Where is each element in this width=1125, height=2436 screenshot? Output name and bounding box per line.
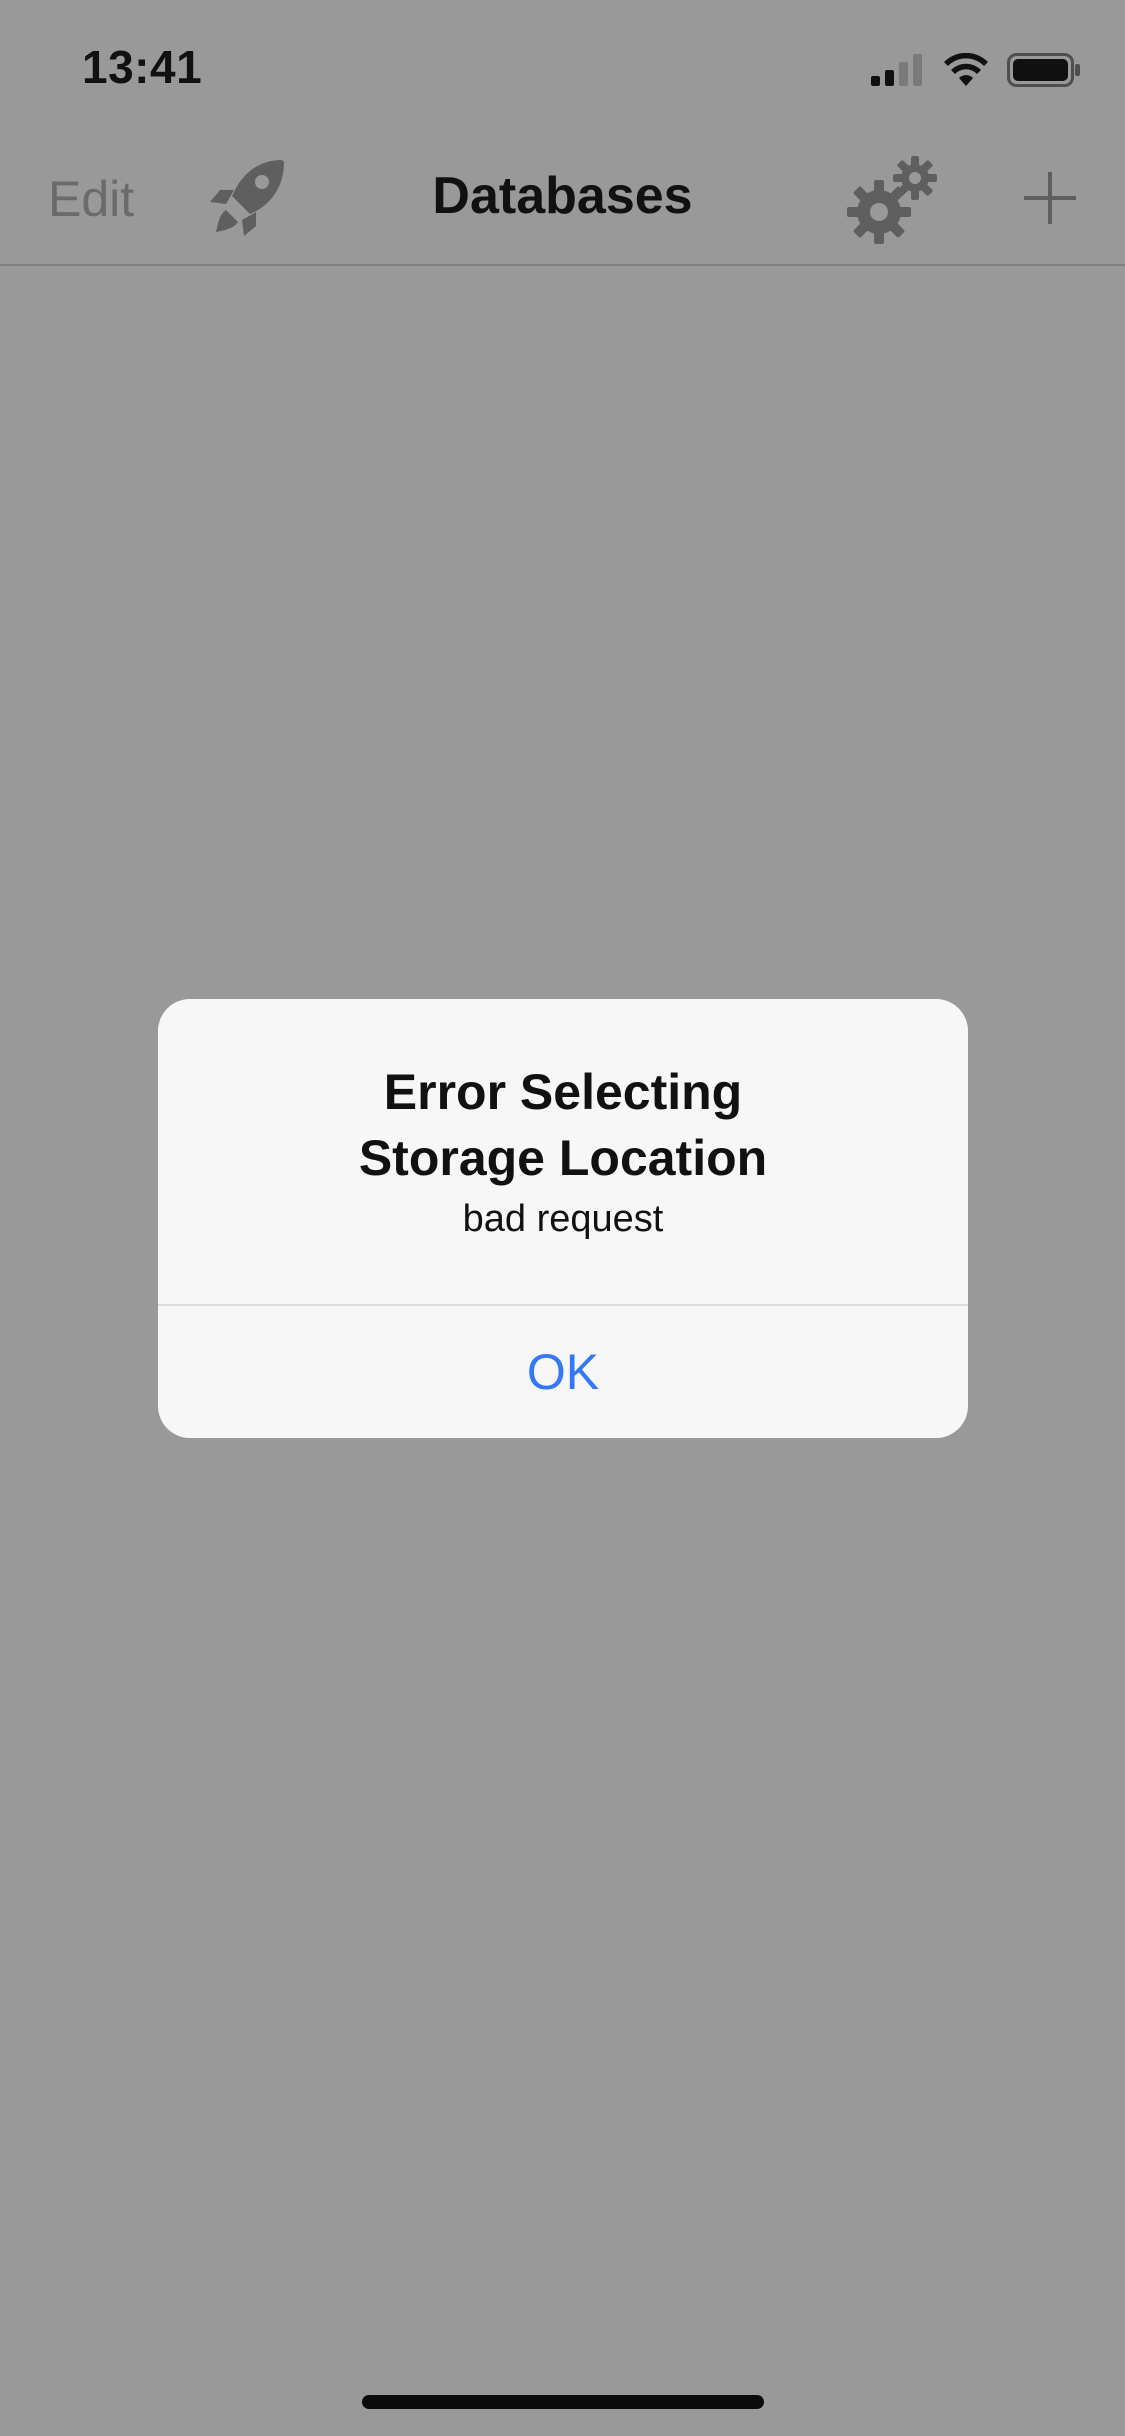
error-alert-dialog: Error Selecting Storage Location bad req… bbox=[158, 999, 968, 1438]
alert-title: Error Selecting Storage Location bbox=[358, 1064, 768, 1186]
alert-body: Error Selecting Storage Location bad req… bbox=[158, 999, 968, 1304]
status-bar: 13:41 bbox=[0, 0, 1125, 132]
plus-icon[interactable] bbox=[1022, 170, 1078, 226]
status-time: 13:41 bbox=[82, 41, 203, 93]
page-title: Databases bbox=[432, 167, 693, 225]
alert-message: bad request bbox=[462, 1198, 664, 1240]
cellular-signal-icon bbox=[871, 54, 925, 86]
status-icons bbox=[871, 52, 1081, 88]
battery-icon bbox=[1007, 53, 1081, 87]
gears-icon[interactable] bbox=[845, 154, 939, 248]
navigation-bar: Edit Databases bbox=[0, 132, 1125, 266]
home-indicator[interactable] bbox=[362, 2395, 764, 2409]
wifi-icon bbox=[943, 53, 989, 87]
ok-button[interactable]: OK bbox=[158, 1306, 968, 1438]
